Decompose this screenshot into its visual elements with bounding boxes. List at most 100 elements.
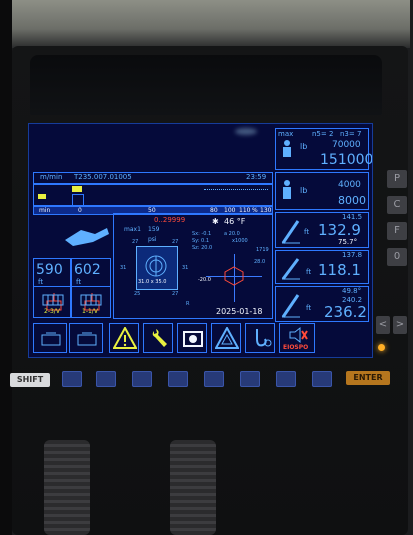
clock: 23:59 — [246, 173, 267, 181]
scale-0: 0 — [78, 207, 82, 214]
level-hexagon-icon — [224, 266, 244, 286]
enter-key[interactable]: ENTER — [346, 371, 390, 385]
mute-button[interactable]: EIOSPO — [279, 323, 315, 353]
soft-key-5[interactable] — [204, 371, 224, 387]
screen-reflection — [235, 128, 257, 135]
jib-icon — [281, 258, 300, 280]
soft-key-8[interactable] — [312, 371, 332, 387]
side-key-c[interactable]: C — [387, 196, 407, 214]
winch-2-button[interactable] — [69, 323, 103, 353]
hook-button[interactable] — [245, 323, 275, 353]
date: 2025-01-18 — [216, 307, 263, 316]
soft-key-1[interactable] — [62, 371, 82, 387]
side-key-p[interactable]: P — [387, 170, 407, 188]
hook-icon — [256, 329, 272, 347]
sx-value: Sx: -0.1 — [192, 231, 212, 237]
load-unit: lb — [300, 142, 308, 151]
max-load-value: 70000 — [332, 140, 361, 150]
indicator-box — [72, 194, 84, 206]
soft-key-2[interactable] — [96, 371, 116, 387]
load2-top: 4000 — [338, 180, 361, 190]
winch-icon-a — [41, 332, 61, 346]
window-glare — [10, 0, 410, 48]
indicator-yellow-1 — [38, 194, 46, 199]
boom1-big: 132.9 — [318, 221, 361, 239]
load-value: 151000 — [320, 152, 373, 168]
warning-button[interactable] — [109, 323, 139, 353]
cab-pillar — [0, 0, 12, 535]
top-val-1: 27 — [132, 239, 139, 245]
sy-value: Sy: 0.1 — [192, 238, 209, 244]
drum-button[interactable] — [177, 323, 207, 353]
winch-left-box: 2-3/V — [33, 286, 71, 318]
secondary-load-box: lb 4000 8000 — [275, 172, 369, 210]
speed-unit: m/min — [40, 173, 63, 181]
boom3-big: 236.2 — [324, 303, 367, 321]
winch-drum-icon — [183, 331, 203, 347]
alert-triangle-icon — [215, 327, 239, 349]
alarm-button[interactable] — [211, 323, 241, 353]
drum-icon — [42, 294, 64, 306]
max-label: max — [278, 130, 294, 138]
soft-key-7[interactable] — [276, 371, 296, 387]
dotted-line — [204, 189, 268, 190]
boom-panel-3: 49.8° 240.2 ft 236.2 — [275, 286, 369, 322]
winch-1-button[interactable] — [33, 323, 67, 353]
max1-value: 159 — [148, 226, 160, 233]
status-led — [378, 344, 385, 351]
sz-value: Sz: 20.0 — [192, 245, 213, 251]
pedal-right — [170, 440, 216, 535]
right-val-2: 1719 — [256, 247, 269, 253]
load2-unit: lb — [300, 186, 308, 195]
bottom-num-2: 27 — [172, 291, 179, 297]
utilisation-graph — [33, 184, 273, 206]
soft-key-3[interactable] — [132, 371, 152, 387]
drum-icon-2 — [80, 294, 102, 306]
top-val-2: 27 — [172, 239, 179, 245]
indicator-yellow-2 — [72, 186, 82, 192]
radius-right-unit: ft — [76, 278, 82, 286]
arrow-left-key[interactable]: < — [376, 316, 390, 334]
winch-right-box: 1-1/V — [71, 286, 111, 318]
mute-label: EIOSPO — [283, 344, 309, 351]
boom-angle-icon — [281, 220, 300, 244]
scale-min: min — [39, 207, 51, 214]
soft-key-4[interactable] — [168, 371, 188, 387]
outrigger-panel: 0..29999 max1 159 psi 46 °F ✱ Sx: -0.1 S… — [113, 213, 273, 319]
radius-right-value: 602 — [74, 262, 101, 278]
side-key-f[interactable]: F — [387, 222, 407, 240]
a-value: a 20.0 — [224, 231, 240, 237]
crane-truck-icon — [65, 228, 109, 246]
winch-right-label: 1-1/V — [82, 308, 98, 315]
person-load-icon — [283, 140, 291, 157]
x1000-value: x1000 — [232, 238, 248, 244]
boom1-small: 141.5 — [342, 213, 363, 221]
shift-key[interactable]: SHIFT — [10, 373, 50, 387]
radius-left-value: 590 — [36, 262, 63, 278]
boom3-small: 49.8° — [342, 287, 362, 295]
boom-panel-1: 141.5 ft 132.9 75.7° — [275, 212, 369, 248]
bezel-hood — [30, 55, 382, 115]
left-val-2: 31 — [182, 265, 189, 271]
bottom-num-3: R — [186, 301, 190, 307]
boom2-big: 118.1 — [318, 261, 361, 279]
boom-panel-2: 137.8 ft 118.1 — [275, 250, 369, 284]
bottom-num-1: 25 — [134, 291, 141, 297]
boom2-unit: ft — [306, 268, 312, 276]
red-value: 0..29999 — [154, 216, 186, 224]
luffing-jib-icon — [281, 294, 300, 318]
psi-label: psi — [148, 236, 157, 243]
mute-icon — [289, 326, 308, 344]
side-key-0[interactable]: 0 — [387, 248, 407, 266]
boom1-unit: ft — [304, 228, 310, 236]
wrench-button[interactable] — [143, 323, 173, 353]
neg-20: -20.0 — [198, 277, 211, 283]
soft-key-6[interactable] — [240, 371, 260, 387]
arrow-right-key[interactable]: > — [393, 316, 407, 334]
crane-lmi-screen: m/min T235.007.01005 23:59 min 0 50 80 1… — [28, 123, 373, 358]
winch-icon-b — [77, 332, 97, 346]
outrigger-span: 31.0 x 35.0 — [138, 279, 167, 285]
speed-bar: m/min T235.007.01005 23:59 — [33, 172, 273, 184]
radius-left-unit: ft — [38, 278, 44, 286]
pedal-left — [44, 440, 90, 535]
